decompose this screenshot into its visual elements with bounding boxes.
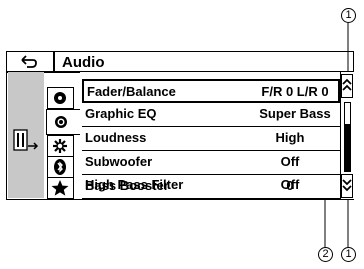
list-item-value: Off [280,177,300,192]
system-settings-button[interactable] [12,128,40,154]
list-item-label: Subwoofer [85,154,153,169]
tab-source[interactable] [47,87,74,109]
list-item-high-pass-filter[interactable]: High Pass Filter Off [82,176,340,198]
callout-1-bottom: 1 [341,247,356,262]
list-item-subwoofer[interactable]: Subwoofer Off [82,151,340,175]
favorite-icon [51,180,69,196]
list-item-fader-balance[interactable]: Fader/Balance F/R 0 L/R 0 [82,79,340,103]
list-item-label: High Pass Filter [85,177,184,192]
scroll-down-button[interactable] [341,174,353,198]
list-item-label: Fader/Balance [87,84,176,99]
scroll-up-button[interactable] [341,74,353,98]
list-item-graphic-eq[interactable]: Graphic EQ Super Bass [82,103,340,127]
scroll-thumb[interactable] [344,124,351,172]
disc-icon [54,92,66,104]
list-item-value: F/R 0 L/R 0 [261,84,329,99]
list-item-value: Super Bass [259,106,331,121]
back-divider [53,51,55,72]
list-item-value: High [275,130,305,145]
list-item-label: Graphic EQ [85,106,157,121]
double-chevron-up-icon [342,78,352,91]
back-arrow-icon [21,55,37,68]
tab-settings[interactable] [47,135,74,157]
system-settings-icon [13,129,39,151]
row-divider [82,198,340,199]
settings-icon [53,139,67,153]
bluetooth-icon [54,159,66,175]
tab-favorite[interactable] [47,177,74,199]
tab-bluetooth[interactable] [47,156,74,178]
callout-2: 2 [318,247,333,262]
back-button[interactable] [18,53,40,71]
audio-icon [55,116,67,128]
list-item-value: Off [280,154,300,169]
tab-audio[interactable] [46,109,80,135]
double-chevron-down-icon [342,179,352,192]
list-item-loudness[interactable]: Loudness High [82,127,340,151]
page-title: Audio [62,54,105,71]
list-item-label: Loudness [85,130,147,145]
